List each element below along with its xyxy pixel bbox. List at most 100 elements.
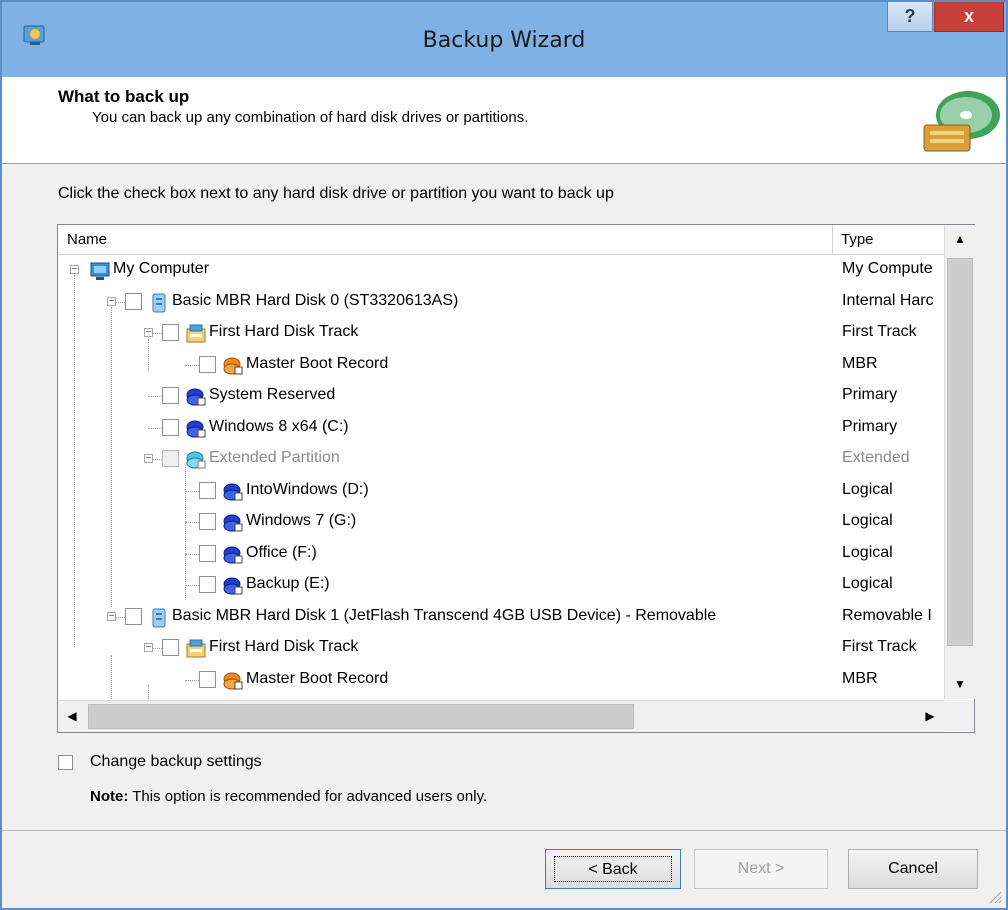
scroll-right-button[interactable]: ▶ <box>916 701 944 732</box>
scroll-up-button[interactable]: ▲ <box>945 225 975 254</box>
row-name: Master Boot Record <box>246 354 389 372</box>
backup-wizard-window: Backup Wizard ? x What to back up You ca… <box>0 0 1008 910</box>
row-type: My Compute <box>842 260 933 277</box>
row-checkbox[interactable] <box>199 576 216 593</box>
tree-row[interactable]: Windows 7 (G:) Logical <box>58 507 943 538</box>
row-checkbox[interactable] <box>199 513 216 530</box>
row-checkbox[interactable] <box>199 481 216 499</box>
row-name: Basic MBR Hard Disk 0 (ST3320613AS) <box>172 291 459 309</box>
vertical-scrollbar[interactable]: ▲ ▼ <box>944 225 975 699</box>
row-checkbox[interactable] <box>125 607 142 625</box>
resize-grip-icon[interactable] <box>986 888 1002 904</box>
tree-row[interactable]: Backup (E:) Logical <box>58 570 943 601</box>
row-type: Logical <box>842 480 893 498</box>
expand-collapse-toggle[interactable]: − <box>144 454 153 464</box>
tree-row[interactable]: Office (F:) Logical <box>58 539 943 570</box>
tree-row[interactable]: − My Computer My Compute <box>58 255 943 286</box>
row-type: Logical <box>842 543 893 561</box>
column-header: Name Type <box>58 225 974 255</box>
page-title: What to back up <box>58 87 190 106</box>
row-name: IntoWindows (D:) <box>246 480 369 498</box>
footer-divider <box>2 830 1006 831</box>
row-type: Logical <box>842 575 893 592</box>
row-checkbox[interactable] <box>162 639 179 656</box>
horizontal-scrollbar[interactable]: ◀ ▶ <box>58 700 944 732</box>
computer-icon <box>90 262 110 280</box>
back-button-label: < Back <box>554 856 672 882</box>
disk-track-icon <box>186 324 206 343</box>
tree-row[interactable]: Windows 8 x64 (C:) Primary <box>58 413 943 444</box>
partition-icon <box>186 420 206 437</box>
row-checkbox[interactable] <box>162 418 179 436</box>
partition-icon <box>223 483 243 500</box>
help-button[interactable]: ? <box>887 2 933 32</box>
row-name: Extended Partition <box>209 449 340 466</box>
partition-icon <box>223 514 243 532</box>
row-type: Primary <box>842 417 898 435</box>
row-name: Basic MBR Hard Disk 1 (JetFlash Transcen… <box>172 606 717 624</box>
partition-icon <box>186 388 206 406</box>
row-type: Extended <box>842 449 910 466</box>
row-checkbox[interactable] <box>162 324 179 341</box>
scroll-left-button[interactable]: ◀ <box>58 701 86 732</box>
column-name-header[interactable]: Name <box>58 225 833 254</box>
expand-collapse-toggle[interactable]: − <box>144 328 153 338</box>
cancel-button[interactable]: Cancel <box>848 849 978 889</box>
tree-row[interactable]: − Basic MBR Hard Disk 0 (ST3320613AS) Inte… <box>58 287 943 318</box>
row-name: System Reserved <box>209 386 336 403</box>
tree-row[interactable]: − Basic MBR Hard Disk 1 (JetFlash Transce… <box>58 602 943 633</box>
title-bar[interactable]: Backup Wizard ? x <box>2 2 1006 77</box>
vertical-scroll-thumb[interactable] <box>947 258 973 646</box>
column-type-header[interactable]: Type <box>834 225 944 254</box>
disk-tree-list[interactable]: Name Type − My Computer My Compute − Basic M… <box>57 224 975 733</box>
row-name: First Hard Disk Track <box>209 323 359 340</box>
horizontal-scroll-thumb[interactable] <box>88 704 634 729</box>
row-type: Internal Harc <box>842 291 934 309</box>
row-name: First Hard Disk Track <box>209 638 359 655</box>
tree-row[interactable]: Master Boot Record MBR <box>58 350 943 381</box>
row-checkbox[interactable] <box>125 292 142 310</box>
tree-row[interactable]: − First Hard Disk Track First Track <box>58 318 943 349</box>
row-name: Backup (E:) <box>246 575 330 592</box>
backup-disc-icon <box>923 91 1000 152</box>
advanced-note: Note: This option is recommended for adv… <box>90 788 487 805</box>
change-settings-checkbox[interactable] <box>58 755 73 770</box>
scroll-down-button[interactable]: ▼ <box>945 670 975 699</box>
window-title: Backup Wizard <box>422 28 586 53</box>
note-text: This option is recommended for advanced … <box>128 788 488 805</box>
expand-collapse-toggle[interactable]: − <box>70 265 79 275</box>
back-button[interactable]: < Back <box>545 849 681 889</box>
row-checkbox[interactable] <box>199 355 216 373</box>
row-checkbox[interactable] <box>199 544 216 562</box>
wizard-header: What to back up You can back up any comb… <box>2 77 1006 164</box>
row-checkbox[interactable] <box>162 387 179 404</box>
tree-row[interactable]: System Reserved Primary <box>58 381 943 412</box>
hard-disk-icon <box>152 608 166 627</box>
next-button[interactable]: Next > <box>694 849 828 889</box>
scroll-corner <box>944 700 974 731</box>
change-settings-label[interactable]: Change backup settings <box>90 753 262 771</box>
instruction-text: Click the check box next to any hard dis… <box>58 185 614 202</box>
mbr-partition-icon <box>223 672 243 689</box>
expand-collapse-toggle[interactable]: − <box>107 611 116 621</box>
row-checkbox[interactable] <box>162 450 179 467</box>
row-type: Logical <box>842 512 893 529</box>
row-type: First Track <box>842 323 917 340</box>
row-name: Windows 8 x64 (C:) <box>209 417 349 435</box>
row-checkbox[interactable] <box>199 670 216 688</box>
tree-row[interactable]: − First Hard Disk Track First Track <box>58 633 943 664</box>
disk-track-icon <box>186 639 206 658</box>
partition-icon <box>223 546 243 563</box>
expand-collapse-toggle[interactable]: − <box>107 296 116 306</box>
hard-disk-icon <box>152 293 166 312</box>
expand-collapse-toggle[interactable]: − <box>144 643 153 653</box>
page-subtitle: You can back up any combination of hard … <box>92 109 529 126</box>
tree-row[interactable]: − Extended Partition Extended <box>58 444 943 475</box>
row-type: First Track <box>842 638 917 655</box>
partition-icon <box>223 577 243 595</box>
row-name: Master Boot Record <box>246 669 389 687</box>
close-button[interactable]: x <box>934 2 1004 32</box>
tree-row[interactable]: Master Boot Record MBR <box>58 665 943 696</box>
tree-row[interactable]: IntoWindows (D:) Logical <box>58 476 943 507</box>
row-type: Removable I <box>842 606 932 624</box>
